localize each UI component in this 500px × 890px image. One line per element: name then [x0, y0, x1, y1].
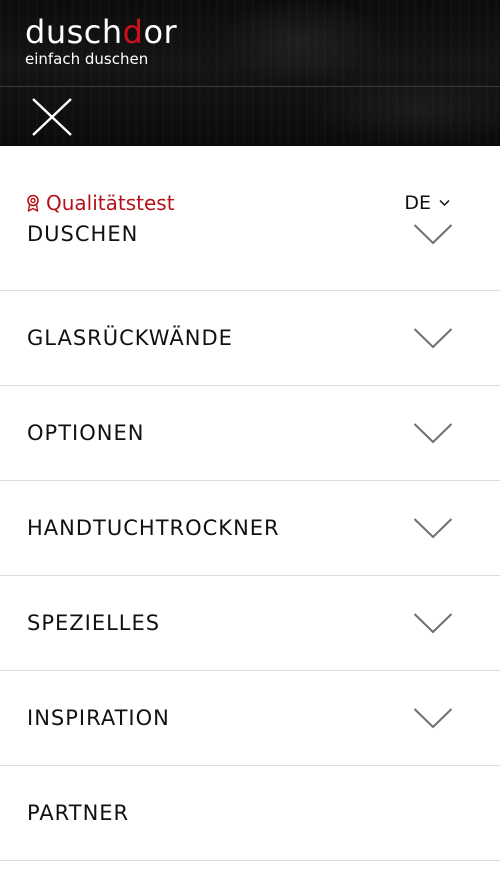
expand-chevron-icon[interactable] — [413, 327, 453, 349]
brand-logo[interactable]: duschdor einfach duschen — [25, 12, 177, 68]
menu-item-label: PARTNER — [27, 801, 130, 825]
menu-item-label: GLASRÜCKWÄNDE — [27, 326, 233, 350]
logo-wordmark: duschdor — [25, 12, 177, 52]
logo-prefix: dusch — [25, 13, 123, 51]
close-icon — [32, 98, 72, 136]
expand-chevron-icon[interactable] — [413, 707, 453, 729]
logo-tagline: einfach duschen — [25, 50, 149, 68]
menu-item-duschen[interactable]: DUSCHEN — [0, 197, 500, 291]
header-divider — [0, 86, 500, 87]
menu-item-partner[interactable]: PARTNER — [0, 766, 500, 861]
main-navigation-menu: DUSCHEN GLASRÜCKWÄNDE OPTIONEN HANDTUCHT… — [0, 197, 500, 861]
site-header: duschdor einfach duschen — [0, 0, 500, 146]
logo-suffix: or — [143, 13, 178, 51]
menu-item-label: OPTIONEN — [27, 421, 145, 445]
menu-item-label: INSPIRATION — [27, 706, 170, 730]
menu-item-glasrueckwaende[interactable]: GLASRÜCKWÄNDE — [0, 291, 500, 386]
menu-item-label: HANDTUCHTROCKNER — [27, 516, 280, 540]
expand-chevron-icon[interactable] — [413, 422, 453, 444]
menu-item-inspiration[interactable]: INSPIRATION — [0, 671, 500, 766]
menu-item-spezielles[interactable]: SPEZIELLES — [0, 576, 500, 671]
expand-chevron-icon[interactable] — [413, 223, 453, 245]
logo-accent-letter: d — [122, 13, 144, 51]
close-menu-button[interactable] — [30, 96, 74, 140]
menu-item-label: DUSCHEN — [27, 221, 139, 246]
menu-item-handtuchtrockner[interactable]: HANDTUCHTROCKNER — [0, 481, 500, 576]
expand-chevron-icon[interactable] — [413, 517, 453, 539]
menu-item-optionen[interactable]: OPTIONEN — [0, 386, 500, 481]
expand-chevron-icon[interactable] — [413, 612, 453, 634]
menu-item-label: SPEZIELLES — [27, 611, 161, 635]
